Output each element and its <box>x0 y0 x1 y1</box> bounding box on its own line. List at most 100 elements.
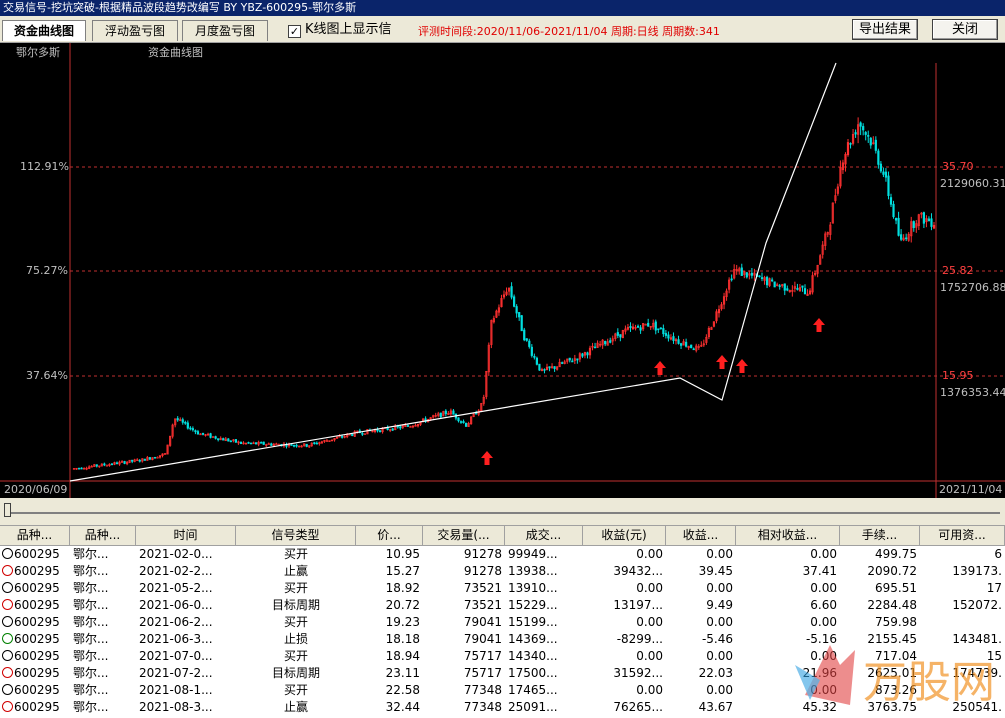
table-cell-time: 2021-08-3... <box>139 700 213 714</box>
tab-capital-curve[interactable]: 资金曲线图 <box>2 20 86 41</box>
kline-candle <box>518 312 521 318</box>
table-row[interactable]: 600295 鄂尔... 2021-05-2... 买开 18.92 73521 13910… <box>0 580 1005 597</box>
table-cell-profit-pct: -5.46 <box>701 632 733 646</box>
column-header[interactable]: 手续... <box>840 526 920 546</box>
table-cell-time: 2021-07-2... <box>139 666 213 680</box>
kline-candle <box>690 344 693 349</box>
sad-face-icon <box>2 633 13 644</box>
table-row[interactable]: 600295 鄂尔... 2021-07-2... 目标周期 23.11 75717 175… <box>0 665 1005 682</box>
kline-candle <box>874 139 877 151</box>
kline-candle <box>867 135 870 137</box>
kline-candle <box>143 458 146 461</box>
kline-candle <box>115 462 119 465</box>
table-cell-profit: -8299... <box>616 632 663 646</box>
smiley-face-icon <box>2 616 13 627</box>
slider-thumb[interactable] <box>4 503 11 517</box>
chart-scroll-slider[interactable] <box>0 498 1005 526</box>
kline-candle <box>900 234 903 240</box>
smiley-face-icon <box>2 565 13 576</box>
table-row[interactable]: 600295 鄂尔... 2021-08-3... 止赢 32.44 77348 25091… <box>0 699 1005 716</box>
kline-candle <box>629 326 632 328</box>
kline-candle <box>191 428 194 431</box>
right-price-tick: 25.82 <box>942 264 974 277</box>
kline-candle <box>912 221 915 229</box>
table-row[interactable]: 600295 鄂尔... 2021-06-2... 买开 19.23 79041 15199… <box>0 614 1005 631</box>
column-header[interactable]: 相对收益... <box>736 526 840 546</box>
table-cell-name: 鄂尔... <box>73 547 109 561</box>
tab-monthly-pnl[interactable]: 月度盈亏图 <box>182 20 268 41</box>
table-cell-avail: 152072. <box>952 598 1002 612</box>
table-cell-name: 鄂尔... <box>73 598 109 612</box>
table-cell-fee: 499.75 <box>875 547 917 561</box>
table-cell-time: 2021-06-3... <box>139 632 213 646</box>
export-button[interactable]: 导出结果 <box>852 19 918 40</box>
kline-candle <box>525 338 528 341</box>
smiley-face-icon <box>2 701 13 712</box>
slider-track[interactable] <box>6 512 1000 514</box>
kline-candle <box>406 425 409 427</box>
column-header[interactable]: 品种... <box>70 526 136 546</box>
left-axis-tick: 37.64% <box>26 369 68 382</box>
table-row[interactable]: 600295 鄂尔... 2021-07-0... 买开 18.94 75717 14340… <box>0 648 1005 665</box>
table-cell-price: 20.72 <box>385 598 420 612</box>
column-header[interactable]: 品种... <box>0 526 70 546</box>
column-header[interactable]: 信号类型 <box>236 526 356 546</box>
table-row[interactable]: 600295 鄂尔... 2021-06-3... 止损 18.18 79041 14369… <box>0 631 1005 648</box>
table-cell-profit-pct: 22.03 <box>698 666 733 680</box>
table-cell-amount: 13910... <box>508 581 558 595</box>
column-header[interactable]: 成交... <box>505 526 583 546</box>
window-title: 交易信号-挖坑突破-根据精品波段趋势改编写 BY YBZ-600295-鄂尔多斯 <box>0 0 1005 16</box>
column-header[interactable]: 收益... <box>666 526 736 546</box>
kline-candle <box>897 217 900 236</box>
table-cell-amount: 13938... <box>508 564 558 578</box>
table-cell-name: 鄂尔... <box>73 564 109 578</box>
kline-candle <box>593 346 597 349</box>
checkbox-check-icon[interactable]: ✓ <box>288 25 301 38</box>
kline-candle <box>783 283 786 291</box>
table-cell-price: 19.23 <box>385 615 420 629</box>
table-cell-time: 2021-07-0... <box>139 649 213 663</box>
table-cell-amount: 17500... <box>508 666 558 680</box>
table-cell-price: 10.95 <box>385 547 420 561</box>
kline-candle <box>255 442 258 445</box>
table-cell-volume: 77348 <box>463 700 502 714</box>
table-cell-time: 2021-02-2... <box>139 564 213 578</box>
table-cell-avail <box>920 682 1005 699</box>
column-header[interactable]: 交易量(... <box>423 526 505 546</box>
table-row[interactable]: 600295 鄂尔... 2021-06-0... 目标周期 20.72 73521 152… <box>0 597 1005 614</box>
kline-candle <box>229 440 232 443</box>
table-cell-profit: 13197... <box>613 598 663 612</box>
kline-candle <box>105 464 108 467</box>
table-row[interactable]: 600295 鄂尔... 2021-02-2... 止赢 15.27 91278 13938… <box>0 563 1005 580</box>
close-button[interactable]: 关闭 <box>932 19 998 40</box>
kline-candle <box>654 321 657 331</box>
kline-candle <box>568 357 571 361</box>
kline-candle <box>247 442 250 444</box>
smiley-face-icon <box>2 684 13 695</box>
column-header[interactable]: 价... <box>356 526 423 546</box>
table-cell-name: 鄂尔... <box>73 649 109 663</box>
kline-candle <box>439 412 442 418</box>
table-cell-price: 22.58 <box>385 683 420 697</box>
table-cell-avail: 15 <box>986 649 1002 663</box>
table-row[interactable]: 600295 鄂尔... 2021-08-1... 买开 22.58 77348 17465… <box>0 682 1005 699</box>
kline-candle <box>95 464 98 467</box>
stock-code: 600295 <box>14 666 60 680</box>
kline-candle <box>786 288 789 291</box>
kline-checkbox[interactable]: ✓ K线图上显示信 <box>288 22 392 38</box>
table-row[interactable]: 600295 鄂尔... 2021-02-0... 买开 10.95 91278 99949… <box>0 546 1005 563</box>
table-cell-profit: 39432... <box>613 564 663 578</box>
kline-candle <box>325 440 329 442</box>
column-header[interactable]: 时间 <box>136 526 236 546</box>
table-cell-type: 止赢 <box>283 564 308 578</box>
table-cell-rel: 21.96 <box>802 666 837 680</box>
column-header[interactable]: 可用资... <box>920 526 1005 546</box>
kline-candle <box>760 277 764 280</box>
table-cell-price: 18.92 <box>385 581 420 595</box>
tab-floating-pnl[interactable]: 浮动盈亏图 <box>92 20 178 41</box>
smiley-face-icon <box>2 650 13 661</box>
table-cell-volume: 73521 <box>463 598 502 612</box>
kline-candle <box>659 327 662 330</box>
kline-candle <box>685 341 688 347</box>
column-header[interactable]: 收益(元) <box>583 526 666 546</box>
